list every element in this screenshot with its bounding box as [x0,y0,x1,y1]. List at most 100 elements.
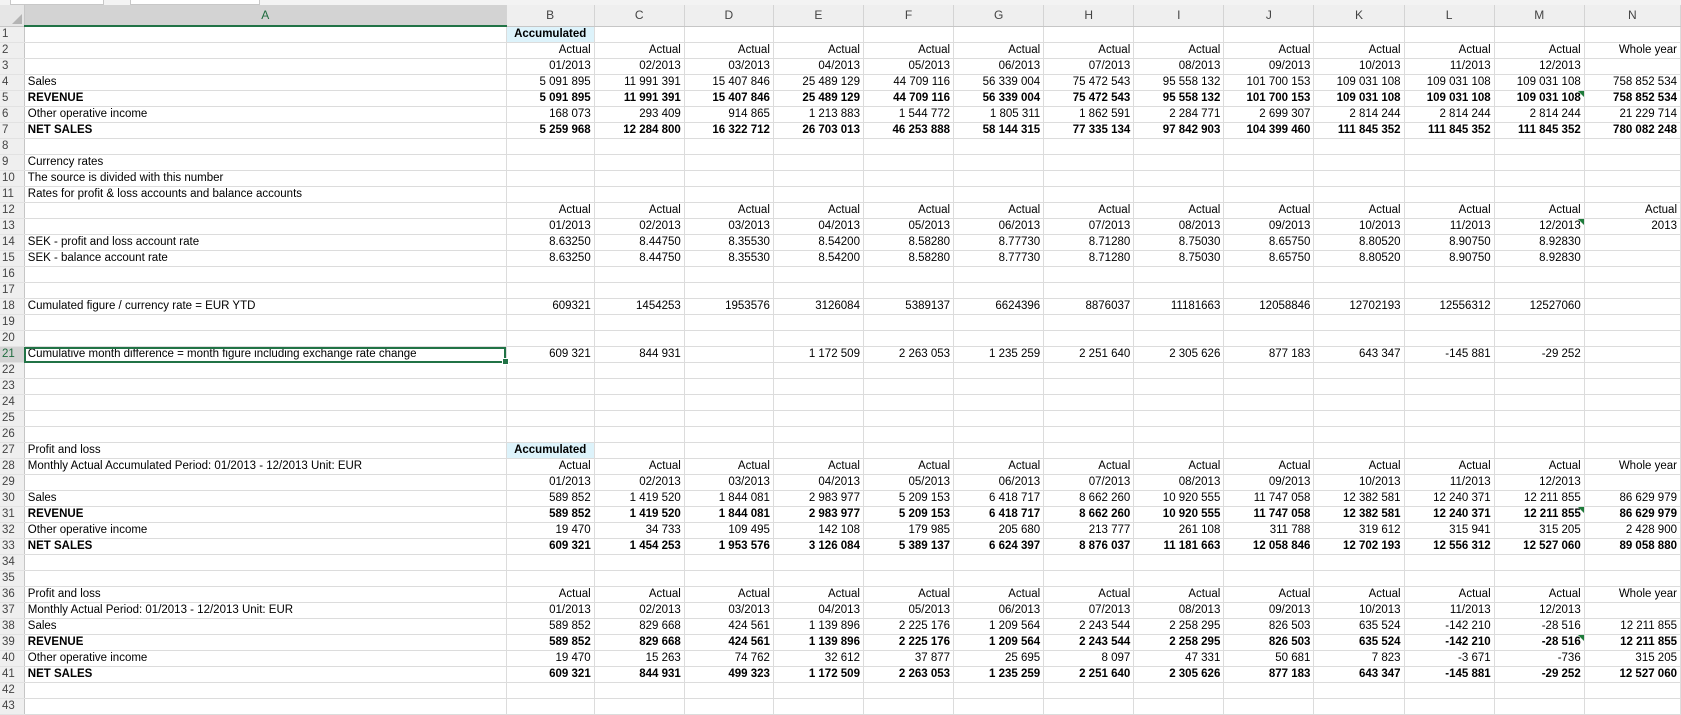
cell-d1[interactable] [684,26,774,43]
cell-h42[interactable] [1043,682,1135,699]
cell-c28[interactable]: Actual [594,458,685,475]
row-header-6[interactable]: 6 [0,106,25,123]
cell-e4[interactable]: 25 489 129 [773,74,864,91]
cell-d30[interactable]: 1 844 081 [684,490,774,507]
cell-k27[interactable] [1313,442,1405,459]
cell-e13[interactable]: 04/2013 [773,218,864,235]
row-header-5[interactable]: 5 [0,90,25,107]
cell-k3[interactable]: 10/2013 [1313,58,1405,75]
cell-e35[interactable] [773,570,864,587]
cell-b34[interactable] [506,554,595,571]
cell-f7[interactable]: 46 253 888 [863,122,955,139]
cell-a29[interactable] [24,474,507,491]
cell-b43[interactable] [506,698,595,715]
cell-c20[interactable] [594,330,685,347]
cell-l19[interactable] [1404,314,1495,331]
cell-h38[interactable]: 2 243 544 [1043,618,1135,635]
cell-k6[interactable]: 2 814 244 [1313,106,1405,123]
cell-j33[interactable]: 12 058 846 [1223,538,1315,555]
row-header-28[interactable]: 28 [0,458,25,475]
cell-m10[interactable] [1494,170,1585,187]
cell-j1[interactable] [1223,26,1315,43]
cell-d11[interactable] [684,186,774,203]
cell-d20[interactable] [684,330,774,347]
cell-m28[interactable]: Actual [1494,458,1585,475]
cell-c17[interactable] [594,282,685,299]
cell-e27[interactable] [773,442,864,459]
cell-a8[interactable] [24,138,507,155]
cell-h2[interactable]: Actual [1043,42,1135,59]
cell-d8[interactable] [684,138,774,155]
cell-e33[interactable]: 3 126 084 [773,538,864,555]
cell-j20[interactable] [1223,330,1315,347]
cell-a19[interactable] [24,314,507,331]
cell-m24[interactable] [1494,394,1585,411]
cell-f42[interactable] [863,682,955,699]
cell-k29[interactable]: 10/2013 [1313,474,1405,491]
cell-n20[interactable] [1584,330,1681,347]
cell-h9[interactable] [1043,154,1135,171]
cell-i5[interactable]: 95 558 132 [1133,90,1225,107]
cell-b2[interactable]: Actual [506,42,595,59]
cell-f29[interactable]: 05/2013 [863,474,955,491]
cell-b13[interactable]: 01/2013 [506,218,595,235]
cell-g9[interactable] [953,154,1045,171]
cell-j42[interactable] [1223,682,1315,699]
cell-n11[interactable] [1584,186,1681,203]
cell-g2[interactable]: Actual [953,42,1045,59]
cell-a28[interactable]: Monthly Actual Accumulated Period: 01/20… [24,458,507,475]
cell-d3[interactable]: 03/2013 [684,58,774,75]
cell-k20[interactable] [1313,330,1405,347]
cell-d13[interactable]: 03/2013 [684,218,774,235]
cell-k26[interactable] [1313,426,1405,443]
cell-l11[interactable] [1404,186,1495,203]
cell-f1[interactable] [863,26,955,43]
row-header-11[interactable]: 11 [0,186,25,203]
cell-k43[interactable] [1313,698,1405,715]
column-header-h[interactable]: H [1043,5,1135,27]
cell-n1[interactable] [1584,26,1681,43]
cell-g43[interactable] [953,698,1045,715]
cell-j40[interactable]: 50 681 [1223,650,1315,667]
cell-b40[interactable]: 19 470 [506,650,595,667]
cell-b42[interactable] [506,682,595,699]
cell-h10[interactable] [1043,170,1135,187]
cell-m36[interactable]: Actual [1494,586,1585,603]
cell-b3[interactable]: 01/2013 [506,58,595,75]
cell-d18[interactable]: 1953576 [684,298,774,315]
cell-g30[interactable]: 6 418 717 [953,490,1045,507]
cell-i28[interactable]: Actual [1133,458,1225,475]
cell-k18[interactable]: 12702193 [1313,298,1405,315]
cell-c29[interactable]: 02/2013 [594,474,685,491]
cell-h34[interactable] [1043,554,1135,571]
row-header-29[interactable]: 29 [0,474,25,491]
cell-a16[interactable] [24,266,507,283]
cell-i33[interactable]: 11 181 663 [1133,538,1225,555]
cell-n9[interactable] [1584,154,1681,171]
cell-i34[interactable] [1133,554,1225,571]
cell-b5[interactable]: 5 091 895 [506,90,595,107]
cell-f33[interactable]: 5 389 137 [863,538,955,555]
cell-m35[interactable] [1494,570,1585,587]
cell-g40[interactable]: 25 695 [953,650,1045,667]
cell-m8[interactable] [1494,138,1585,155]
cell-c25[interactable] [594,410,685,427]
cell-l32[interactable]: 315 941 [1404,522,1495,539]
cell-c41[interactable]: 844 931 [594,666,685,683]
cell-b10[interactable] [506,170,595,187]
cell-l27[interactable] [1404,442,1495,459]
cell-g23[interactable] [953,378,1045,395]
cell-l25[interactable] [1404,410,1495,427]
cell-j13[interactable]: 09/2013 [1223,218,1315,235]
cell-e22[interactable] [773,362,864,379]
cell-b36[interactable]: Actual [506,586,595,603]
cell-j34[interactable] [1223,554,1315,571]
cell-j41[interactable]: 877 183 [1223,666,1315,683]
column-header-n[interactable]: N [1584,5,1681,27]
cell-h3[interactable]: 07/2013 [1043,58,1135,75]
cell-j30[interactable]: 11 747 058 [1223,490,1315,507]
cell-k22[interactable] [1313,362,1405,379]
cell-f26[interactable] [863,426,955,443]
cell-m34[interactable] [1494,554,1585,571]
row-header-22[interactable]: 22 [0,362,25,379]
